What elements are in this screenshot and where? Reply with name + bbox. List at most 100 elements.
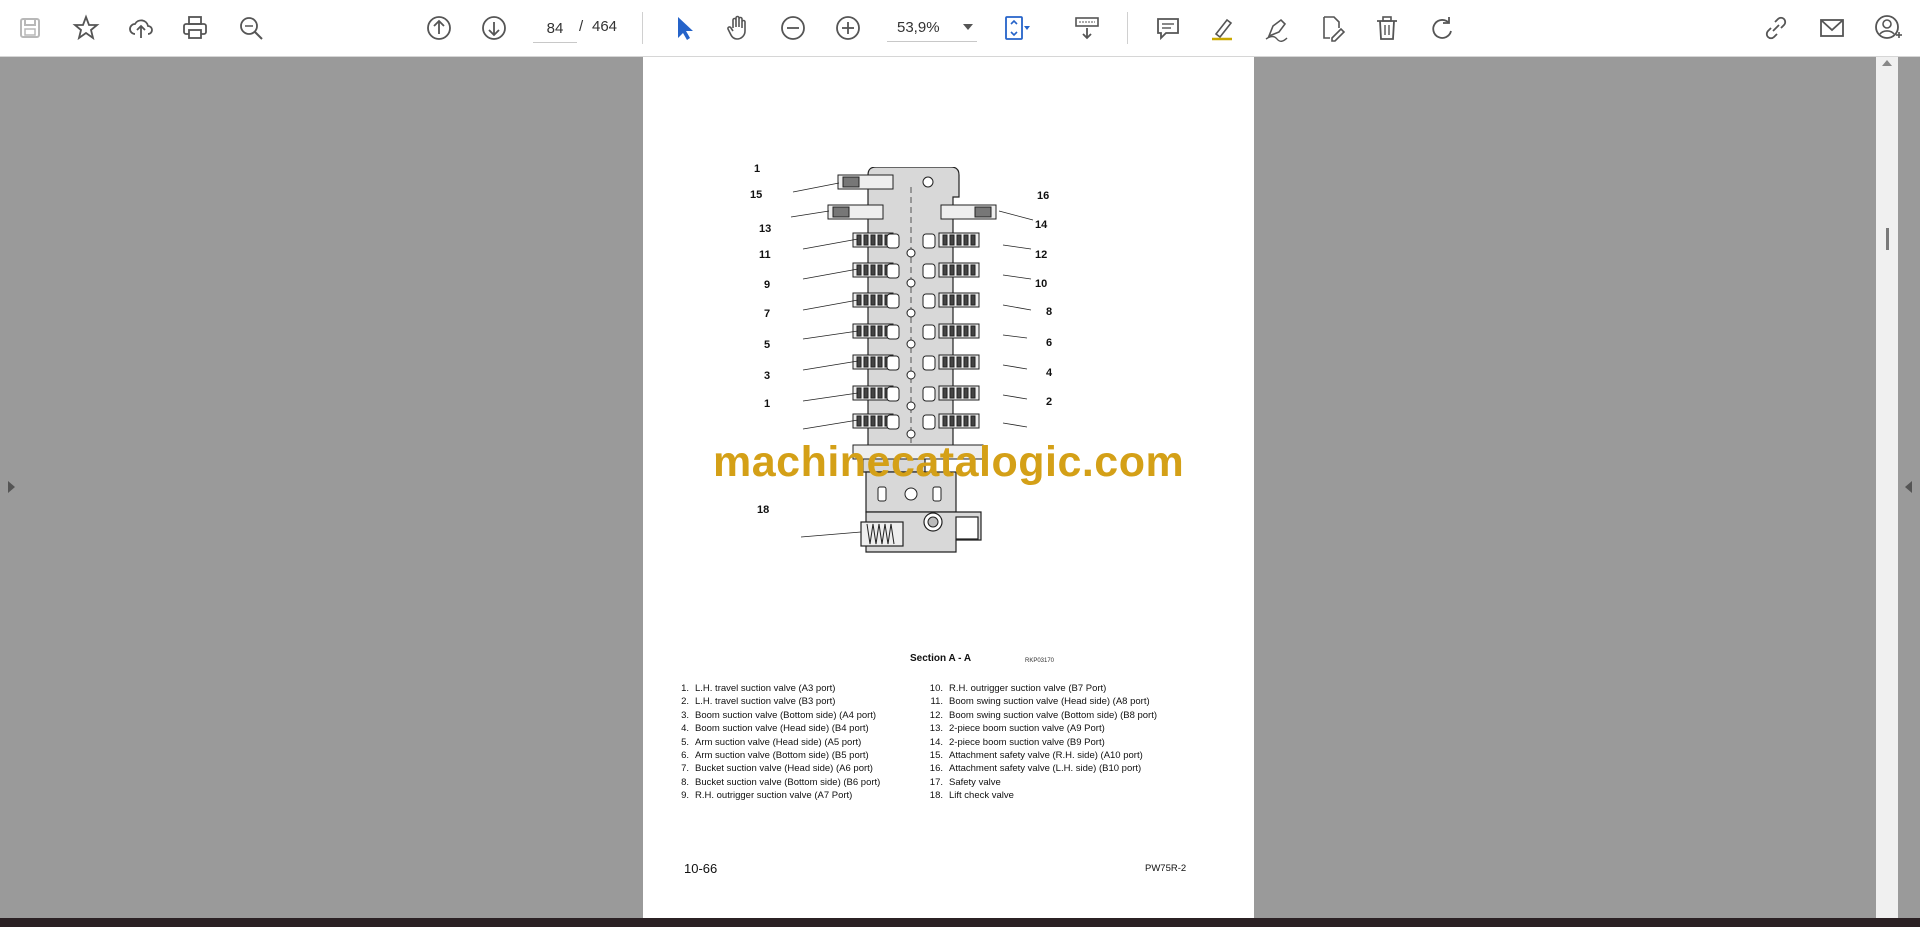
valve-thread — [870, 356, 876, 368]
callout-label: 12 — [1035, 249, 1048, 261]
legend-item-number: 12. — [929, 709, 943, 721]
account-icon[interactable] — [1872, 12, 1904, 44]
valve-thread — [942, 387, 948, 399]
page-separator: / — [579, 18, 584, 35]
valve-thread — [856, 264, 862, 276]
valve-thread — [963, 294, 969, 306]
legend-item: 13. 2-piece boom suction valve (A9 Port) — [927, 722, 1157, 735]
valve-thread — [942, 264, 948, 276]
callout-label: 11 — [759, 249, 771, 261]
toolbar: / 464 53,9% — [0, 0, 1920, 57]
figure-code: RKP03170 — [1025, 658, 1055, 664]
share-link-icon[interactable] — [1760, 12, 1792, 44]
fit-page-icon[interactable] — [1000, 12, 1032, 44]
legend-item: 1. L.H. travel suction valve (A3 port) — [673, 682, 880, 695]
port-pocket — [886, 386, 900, 402]
edit-pdf-icon[interactable] — [1316, 12, 1348, 44]
legend-item: 4. Boom suction valve (Head side) (B4 por… — [673, 722, 880, 735]
legend-item-number: 1. — [681, 683, 689, 694]
port-pocket — [886, 414, 900, 430]
legend-item-number: 15. — [929, 750, 943, 762]
callout-label: 2 — [1046, 396, 1053, 408]
legend-item: 6. Arm suction valve (Bottom side) (B5 po… — [673, 749, 880, 762]
zoom-out-icon[interactable] — [777, 12, 809, 44]
upload-cloud-icon[interactable] — [125, 12, 157, 44]
valve-thread — [877, 264, 883, 276]
legend-item: 14. 2-piece boom suction valve (B9 Port) — [927, 736, 1157, 749]
valve-thread — [970, 356, 976, 368]
page-number: 10-66 — [684, 861, 718, 876]
legend-item: 3. Boom suction valve (Bottom side) (A4 p… — [673, 709, 880, 722]
scroll-up-icon[interactable] — [1882, 60, 1892, 66]
callout-label: 1 — [764, 398, 771, 410]
valve-thread — [856, 234, 862, 246]
legend-item-text: Attachment safety valve (R.H. side) (A10… — [949, 750, 1143, 762]
callout-label: 3 — [764, 370, 771, 382]
port-hole — [906, 278, 916, 288]
valve-thread — [949, 264, 955, 276]
legend-item: 7. Bucket suction valve (Head side) (A6 p… — [673, 762, 880, 775]
valve-thread — [956, 234, 962, 246]
legend-item-number: 8. — [681, 776, 689, 788]
port-hole — [906, 370, 916, 380]
page-up-icon[interactable] — [423, 12, 455, 44]
print-icon[interactable] — [179, 12, 211, 44]
port-pocket — [922, 233, 936, 249]
expand-left-panel-icon[interactable] — [8, 481, 15, 493]
scrollbar-thumb[interactable] — [1886, 228, 1889, 250]
rotate-icon[interactable] — [1426, 12, 1458, 44]
valve-thread — [963, 415, 969, 427]
valve-thread — [970, 415, 976, 427]
legend-item-number: 14. — [929, 736, 943, 748]
port-hole — [906, 339, 916, 349]
callout-label: 16 — [1037, 190, 1050, 202]
left-panel-rail[interactable] — [0, 57, 22, 918]
right-panel-rail[interactable] — [1898, 57, 1920, 918]
legend-item-text: Boom swing suction valve (Bottom side) (… — [949, 709, 1158, 721]
legend-item-number: 16. — [929, 763, 943, 775]
valve-thread — [942, 356, 948, 368]
legend-item: 12. Boom swing suction valve (Bottom side… — [927, 709, 1157, 722]
highlight-icon[interactable] — [1206, 12, 1238, 44]
port-hole — [906, 248, 916, 258]
legend-item: 18. Lift check valve — [927, 789, 1157, 802]
port-hole — [906, 429, 916, 439]
zoom-in-icon[interactable] — [832, 12, 864, 44]
valve-thread — [877, 294, 883, 306]
vertical-scrollbar[interactable] — [1876, 57, 1898, 918]
legend-item-number: 2. — [681, 696, 689, 708]
expand-right-panel-icon[interactable] — [1905, 481, 1912, 493]
valve-thread — [877, 387, 883, 399]
delete-icon[interactable] — [1371, 12, 1403, 44]
find-icon[interactable] — [235, 12, 267, 44]
page-down-icon[interactable] — [478, 12, 510, 44]
pdf-page: 1 15 13 11 9 7 5 3 1 18 16 14 12 10 8 6 … — [643, 57, 1254, 918]
callout-label: 15 — [750, 189, 763, 201]
zoom-select[interactable]: 53,9% — [887, 14, 977, 42]
toolbar-divider — [1127, 12, 1128, 44]
select-cursor-icon[interactable] — [668, 12, 700, 44]
valve-thread — [856, 356, 862, 368]
valve-thread — [877, 356, 883, 368]
valve-thread — [970, 264, 976, 276]
legend-item: 16. Attachment safety valve (L.H. side) (… — [927, 762, 1157, 775]
draw-icon[interactable] — [1261, 12, 1293, 44]
save-icon[interactable] — [14, 12, 46, 44]
valve-thread — [942, 234, 948, 246]
legend-item-text: R.H. outrigger suction valve (B7 Port) — [949, 683, 1107, 694]
page-number-input[interactable] — [533, 14, 577, 43]
callout-label: 10 — [1035, 278, 1048, 290]
valve-thread — [870, 415, 876, 427]
scroll-mode-icon[interactable] — [1071, 12, 1103, 44]
hand-icon[interactable] — [722, 12, 754, 44]
valve-thread — [970, 325, 976, 337]
port-pocket — [922, 324, 936, 340]
callout-label: 7 — [764, 308, 771, 320]
page-total: 464 — [592, 18, 618, 35]
bookmark-star-icon[interactable] — [70, 12, 102, 44]
valve-thread — [863, 415, 869, 427]
comment-icon[interactable] — [1152, 12, 1184, 44]
email-icon[interactable] — [1816, 12, 1848, 44]
callout-label: 5 — [764, 339, 771, 351]
callout-label: 18 — [757, 504, 770, 516]
